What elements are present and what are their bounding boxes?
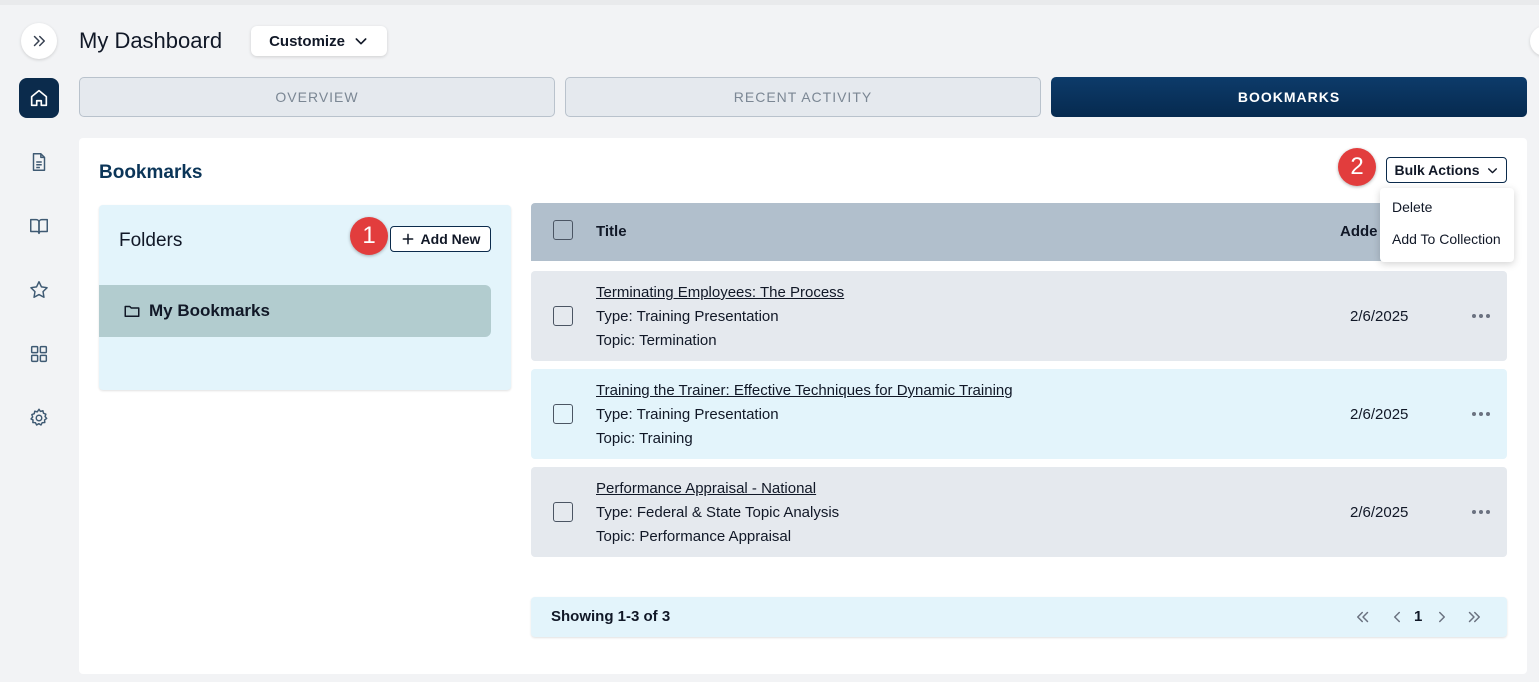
- customize-button[interactable]: Customize: [251, 26, 387, 56]
- folder-icon: [124, 305, 140, 317]
- double-chevron-left-icon: [1357, 611, 1369, 623]
- bookmarks-title: Bookmarks: [99, 162, 203, 183]
- folders-title: Folders: [119, 230, 183, 251]
- more-icon: [1472, 314, 1476, 318]
- sidebar-item-home[interactable]: [19, 78, 59, 118]
- column-header-title[interactable]: Title: [596, 223, 627, 240]
- pagination-bar: Showing 1-3 of 3 1: [531, 597, 1507, 637]
- sidebar-item-documents[interactable]: [19, 142, 59, 182]
- bulk-actions-menu: Delete Add To Collection: [1380, 188, 1514, 262]
- document-icon: [32, 153, 46, 171]
- bookmark-type: Type: Training Presentation: [596, 308, 779, 325]
- more-options-button[interactable]: [1469, 404, 1493, 424]
- sidebar: [0, 0, 78, 682]
- folders-panel: Folders 1 Add New My Bookmarks: [99, 205, 511, 390]
- book-icon: [30, 218, 48, 235]
- customize-label: Customize: [269, 32, 345, 50]
- row-checkbox[interactable]: [553, 306, 573, 326]
- table-row: Terminating Employees: The Process Type:…: [531, 271, 1507, 361]
- bookmark-topic: Topic: Termination: [596, 332, 717, 349]
- folder-label: My Bookmarks: [149, 301, 270, 320]
- more-icon-dot: [1479, 510, 1483, 514]
- menu-item-delete[interactable]: Delete: [1380, 198, 1514, 230]
- annotation-marker-1: 1: [350, 217, 388, 255]
- more-icon: [1472, 412, 1476, 416]
- double-chevron-right-icon: [1468, 611, 1480, 623]
- top-border: [0, 0, 1539, 5]
- row-checkbox[interactable]: [553, 502, 573, 522]
- showing-count: Showing 1-3 of 3: [551, 608, 671, 625]
- corner-button[interactable]: [1530, 26, 1539, 56]
- row-checkbox[interactable]: [553, 404, 573, 424]
- table-row: Performance Appraisal - National Type: F…: [531, 467, 1507, 557]
- first-page-button[interactable]: [1354, 606, 1372, 628]
- page-title: My Dashboard: [79, 28, 223, 53]
- more-icon-dot: [1479, 314, 1483, 318]
- bookmark-topic: Topic: Training: [596, 430, 693, 447]
- bookmark-topic: Topic: Performance Appraisal: [596, 528, 792, 545]
- double-chevron-right-icon: [33, 35, 45, 47]
- bookmark-type: Type: Training Presentation: [596, 406, 779, 423]
- last-page-button[interactable]: [1465, 606, 1483, 628]
- more-options-button[interactable]: [1469, 306, 1493, 326]
- more-icon: [1472, 510, 1476, 514]
- star-icon: [30, 281, 48, 298]
- annotation-marker-2: 2: [1338, 148, 1376, 186]
- bookmark-title-link[interactable]: Training the Trainer: Effective Techniqu…: [596, 382, 1013, 399]
- more-icon-dot: [1479, 412, 1483, 416]
- bookmark-date: 2/6/2025: [1350, 504, 1409, 521]
- expand-sidebar-button[interactable]: [21, 23, 57, 59]
- plus-icon: [402, 233, 413, 245]
- bookmark-date: 2/6/2025: [1350, 406, 1409, 423]
- next-page-button[interactable]: [1433, 606, 1451, 628]
- folder-item-my-bookmarks[interactable]: My Bookmarks: [99, 285, 491, 337]
- tab-bookmarks[interactable]: BOOKMARKS: [1051, 77, 1527, 117]
- table-header: Title Adde: [531, 203, 1507, 261]
- bookmarks-card: Bookmarks 2 Bulk Actions Delete Add To C…: [79, 138, 1527, 674]
- tab-recent-activity[interactable]: RECENT ACTIVITY: [565, 77, 1041, 117]
- table-row: Training the Trainer: Effective Techniqu…: [531, 369, 1507, 459]
- menu-item-add-to-collection[interactable]: Add To Collection: [1380, 230, 1514, 262]
- previous-page-button[interactable]: [1388, 606, 1406, 628]
- tab-overview[interactable]: OVERVIEW: [79, 77, 555, 117]
- more-icon-dot: [1486, 412, 1490, 416]
- bulk-actions-button[interactable]: Bulk Actions: [1386, 157, 1507, 183]
- grid-icon: [30, 345, 48, 363]
- more-icon-dot: [1486, 314, 1490, 318]
- chevron-down-icon: [1487, 167, 1497, 173]
- bulk-actions-label: Bulk Actions: [1394, 162, 1480, 178]
- add-new-folder-button[interactable]: Add New: [390, 226, 491, 252]
- bookmark-date: 2/6/2025: [1350, 308, 1409, 325]
- more-options-button[interactable]: [1469, 502, 1493, 522]
- sidebar-item-apps[interactable]: [19, 334, 59, 374]
- sidebar-item-favorites[interactable]: [19, 270, 59, 310]
- add-new-label: Add New: [420, 231, 481, 247]
- chevron-left-icon: [1394, 611, 1400, 623]
- bookmark-title-link[interactable]: Performance Appraisal - National: [596, 480, 816, 497]
- current-page-number[interactable]: 1: [1414, 608, 1422, 625]
- chevron-right-icon: [1439, 611, 1445, 623]
- bookmark-type: Type: Federal & State Topic Analysis: [596, 504, 840, 521]
- gear-icon: [30, 408, 48, 426]
- bookmark-title-link[interactable]: Terminating Employees: The Process: [596, 284, 844, 301]
- home-icon: [30, 89, 48, 107]
- sidebar-item-settings[interactable]: [19, 398, 59, 438]
- chevron-down-icon: [355, 38, 367, 45]
- sidebar-item-library[interactable]: [19, 206, 59, 246]
- column-header-added[interactable]: Adde: [1340, 223, 1378, 240]
- select-all-checkbox[interactable]: [553, 220, 573, 240]
- more-icon-dot: [1486, 510, 1490, 514]
